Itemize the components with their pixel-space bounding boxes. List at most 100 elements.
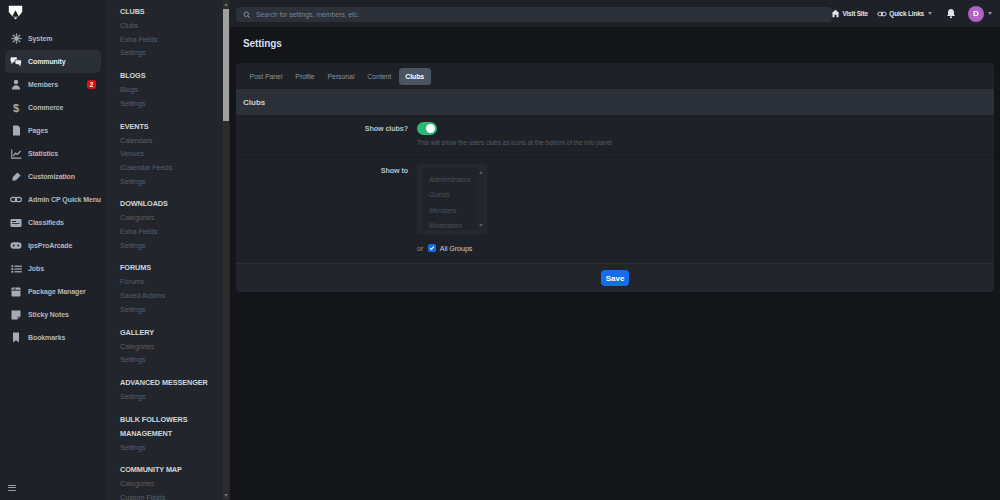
second-sidebar: CLUBSClubsExtra FieldsSettings BLOGSBlogs… xyxy=(107,0,230,500)
all-groups-label: All Groups xyxy=(440,244,473,253)
sidebar-item-system[interactable]: System xyxy=(5,27,101,50)
nav-group-header: BULK FOLLOWERS MANAGEMENT xyxy=(120,413,216,441)
sidebar-item-statistics[interactable]: Statistics xyxy=(5,142,101,165)
field-row-show-clubs: Show clubs? This will show the users clu… xyxy=(236,115,994,158)
user-menu-chevron-icon[interactable] xyxy=(988,12,992,15)
invision-logo-icon[interactable] xyxy=(8,5,23,20)
link-icon xyxy=(877,10,887,18)
nav-item-settings[interactable]: Settings xyxy=(120,353,216,367)
page-title: Settings xyxy=(243,38,282,49)
nav-item-settings[interactable]: Settings xyxy=(120,175,216,189)
tab-post-panel[interactable]: Post Panel xyxy=(243,68,289,85)
tab-bar: Post PanelProfilePersonalContentClubs xyxy=(236,63,994,89)
sidebar-item-customization[interactable]: Customization xyxy=(5,165,101,188)
nav-group-blogs: BLOGSBlogsSettings xyxy=(120,69,216,110)
left-sidebar: SystemCommunityMembers2$CommercePagesSta… xyxy=(0,0,107,500)
file-icon xyxy=(10,125,22,137)
field-row-show-to: Show to AdministratorsGuestsMembersModer… xyxy=(236,158,994,263)
nav-item-extra-fields[interactable]: Extra Fields xyxy=(120,33,216,47)
nav-item-venues[interactable]: Venues xyxy=(120,147,216,161)
sidebar-item-members[interactable]: Members2 xyxy=(5,73,101,96)
show-to-option-moderators[interactable]: Moderators xyxy=(429,218,477,233)
sidebar-item-pages[interactable]: Pages xyxy=(5,119,101,142)
sidebar-item-jobs[interactable]: Jobs xyxy=(5,257,101,280)
tab-personal[interactable]: Personal xyxy=(321,68,361,85)
nav-item-settings[interactable]: Settings xyxy=(120,97,216,111)
sidebar-scrollbar[interactable] xyxy=(223,0,229,500)
svg-text:$: $ xyxy=(13,102,19,114)
nav-item-forums[interactable]: Forums xyxy=(120,275,216,289)
user-avatar[interactable]: D xyxy=(968,6,984,22)
nav-item-settings[interactable]: Settings xyxy=(120,441,216,455)
dollar-icon: $ xyxy=(10,102,22,114)
show-to-multiselect[interactable]: AdministratorsGuestsMembersModerators xyxy=(417,164,487,235)
sidebar-item-community[interactable]: Community xyxy=(5,50,101,73)
nav-item-saved-actions[interactable]: Saved Actions xyxy=(120,289,216,303)
nav-item-clubs[interactable]: Clubs xyxy=(120,19,216,33)
nav-item-settings[interactable]: Settings xyxy=(120,46,216,60)
tab-content[interactable]: Content xyxy=(361,68,398,85)
members-count-badge: 2 xyxy=(87,80,96,89)
nav-group-header: ADVANCED MESSENGER xyxy=(120,376,216,390)
nav-group-header: BLOGS xyxy=(120,69,216,83)
visit-site-link[interactable]: Visit Site xyxy=(831,9,868,18)
nav-group-gallery: GALLERYCategoriesSettings xyxy=(120,326,216,367)
topbar: Search for settings, members, etc. Visit… xyxy=(230,0,1000,27)
save-button[interactable]: Save xyxy=(601,270,629,286)
show-to-options: AdministratorsGuestsMembersModerators xyxy=(422,168,477,230)
panel-header: Clubs xyxy=(236,89,994,115)
nav-item-icalendar-feeds[interactable]: iCalendar Feeds xyxy=(120,161,216,175)
nav-item-categories[interactable]: Categories xyxy=(120,211,216,225)
nav-item-calendars[interactable]: Calendars xyxy=(120,134,216,148)
show-to-option-members[interactable]: Members xyxy=(429,203,477,218)
nav-group-header: EVENTS xyxy=(120,120,216,134)
nav-item-categories[interactable]: Categories xyxy=(120,340,216,354)
sidebar-item-commerce[interactable]: $Commerce xyxy=(5,96,101,119)
search-input[interactable]: Search for settings, members, etc. xyxy=(236,7,832,22)
sidebar-item-bookmarks[interactable]: Bookmarks xyxy=(5,326,101,349)
nav-item-settings[interactable]: Settings xyxy=(120,239,216,253)
sidebar-item-package-manager[interactable]: Package Manager xyxy=(5,280,101,303)
nav-item-settings[interactable]: Settings xyxy=(120,303,216,317)
chat-icon xyxy=(10,56,22,68)
show-to-option-administrators[interactable]: Administrators xyxy=(429,172,477,187)
notifications-bell-icon[interactable] xyxy=(946,8,956,19)
settings-panel: Post PanelProfilePersonalContentClubs Cl… xyxy=(236,63,994,292)
nav-group-clubs: CLUBSClubsExtra FieldsSettings xyxy=(120,5,216,60)
box-icon xyxy=(10,286,22,298)
gear-icon xyxy=(10,33,22,45)
nav-group-header: FORUMS xyxy=(120,261,216,275)
sidebar-item-ipsproarcade[interactable]: ipsProArcade xyxy=(5,234,101,257)
brush-icon xyxy=(10,171,22,183)
bookmark-icon xyxy=(10,332,22,344)
card-icon xyxy=(10,217,22,229)
tab-clubs[interactable]: Clubs xyxy=(399,68,431,85)
scroll-up-icon[interactable] xyxy=(224,3,228,6)
sidebar-item-sticky-notes[interactable]: Sticky Notes xyxy=(5,303,101,326)
menu-collapse-icon[interactable] xyxy=(8,485,16,492)
quick-links-menu[interactable]: Quick Links xyxy=(877,10,932,18)
main-area: Search for settings, members, etc. Visit… xyxy=(230,0,1000,500)
show-to-option-guests[interactable]: Guests xyxy=(429,187,477,202)
scroll-down-icon[interactable] xyxy=(224,494,228,497)
nav-group-events: EVENTSCalendarsVenuesiCalendar FeedsSett… xyxy=(120,120,216,189)
listbox-scroll-up-icon[interactable] xyxy=(479,171,483,174)
nav-item-extra-fields[interactable]: Extra Fields xyxy=(120,225,216,239)
scrollbar-thumb[interactable] xyxy=(223,9,229,121)
show-clubs-toggle[interactable] xyxy=(417,122,437,135)
nav-item-custom-fields[interactable]: Custom Fields xyxy=(120,491,216,500)
listbox-scrollbar[interactable] xyxy=(477,168,484,230)
search-icon xyxy=(243,11,251,19)
left-nav: SystemCommunityMembers2$CommercePagesSta… xyxy=(0,27,107,349)
nav-group-community-map: COMMUNITY MAPCategoriesCustom Fields xyxy=(120,463,216,500)
tab-profile[interactable]: Profile xyxy=(289,68,321,85)
list-icon xyxy=(10,263,22,275)
all-groups-checkbox[interactable] xyxy=(428,244,436,252)
listbox-scroll-down-icon[interactable] xyxy=(479,224,483,227)
nav-item-settings[interactable]: Settings xyxy=(120,390,216,404)
nav-item-blogs[interactable]: Blogs xyxy=(120,83,216,97)
sidebar-item-classifieds[interactable]: Classifieds xyxy=(5,211,101,234)
nav-group-bulk-followers-management: BULK FOLLOWERS MANAGEMENTSettings xyxy=(120,413,216,455)
sidebar-item-admin-cp-quick-menu[interactable]: Admin CP Quick Menu xyxy=(5,188,101,211)
nav-item-categories[interactable]: Categories xyxy=(120,477,216,491)
